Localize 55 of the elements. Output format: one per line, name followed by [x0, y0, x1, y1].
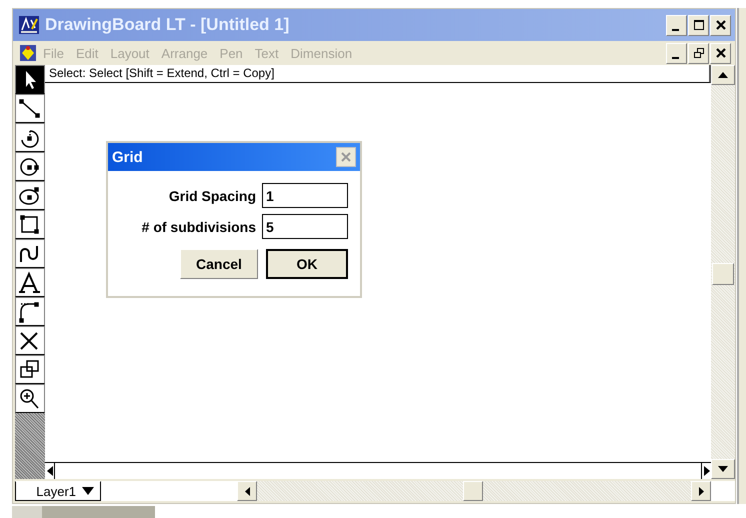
tool-button[interactable]	[15, 355, 45, 384]
right-arrow-icon	[704, 466, 710, 476]
left-arrow-icon	[244, 486, 250, 496]
scroll-left-button[interactable]	[45, 463, 55, 479]
maximize-icon	[692, 19, 704, 31]
maximize-button[interactable]	[688, 14, 709, 36]
dialog-button[interactable]: OK	[266, 249, 348, 279]
scroll-thumb[interactable]	[463, 481, 483, 501]
letter-a-icon	[17, 270, 43, 294]
tool-button[interactable]	[15, 384, 45, 413]
tool-button[interactable]	[15, 123, 45, 152]
tool-button[interactable]	[15, 65, 45, 94]
hatched-panel	[15, 413, 45, 479]
minimize-icon	[672, 56, 679, 58]
tool-button[interactable]	[15, 152, 45, 181]
restore-icon	[692, 47, 704, 59]
caret-icon	[82, 487, 94, 495]
close-icon	[714, 47, 726, 59]
restore-button[interactable]	[688, 42, 709, 64]
horizontal-scrollbar[interactable]	[237, 481, 711, 501]
tool-button[interactable]	[15, 94, 45, 123]
scroll-down-button[interactable]	[711, 459, 735, 479]
input-field[interactable]: 5	[262, 214, 348, 239]
line-icon	[17, 96, 43, 120]
window-title: DrawingBoard LT - [Untitled 1]	[45, 15, 290, 35]
minimize-button[interactable]	[666, 14, 687, 36]
tool-button[interactable]	[15, 268, 45, 297]
close-icon	[714, 19, 726, 31]
field-label: # of subdivisions	[142, 218, 256, 234]
scroll-thumb[interactable]	[712, 263, 734, 285]
tool-button[interactable]	[15, 326, 45, 355]
up-arrow-icon	[718, 72, 728, 78]
minimize-button[interactable]	[666, 42, 687, 64]
dialog-button[interactable]: Cancel	[180, 249, 258, 279]
document-icon[interactable]	[19, 44, 37, 62]
tool-button[interactable]	[15, 239, 45, 268]
drawing-canvas[interactable]: Grid Grid Spacing 1 # of subdivisions 5 Cancel OK	[45, 83, 711, 462]
layer-dropdown[interactable]: Layer1	[15, 481, 101, 501]
status-line: Select: Select [Shift = Extend, Ctrl = Copy]	[45, 65, 711, 83]
left-arrow-icon	[46, 466, 52, 476]
scroll-up-button[interactable]	[711, 65, 735, 85]
app-icon	[19, 16, 39, 34]
scroll-right-button[interactable]	[701, 463, 711, 479]
tool-button[interactable]	[15, 181, 45, 210]
vertical-scrollbar[interactable]	[711, 65, 735, 479]
down-arrow-icon	[718, 466, 728, 472]
blank-panel	[711, 481, 735, 501]
minimize-icon	[672, 28, 679, 30]
right-arrow-icon	[698, 486, 704, 496]
close-icon	[341, 152, 351, 162]
dialog-title: Grid	[112, 148, 143, 166]
field-label: Grid Spacing	[168, 188, 256, 204]
tool-button[interactable]	[15, 210, 45, 239]
input-field[interactable]: 1	[262, 183, 348, 208]
tool-button[interactable]	[15, 297, 45, 326]
